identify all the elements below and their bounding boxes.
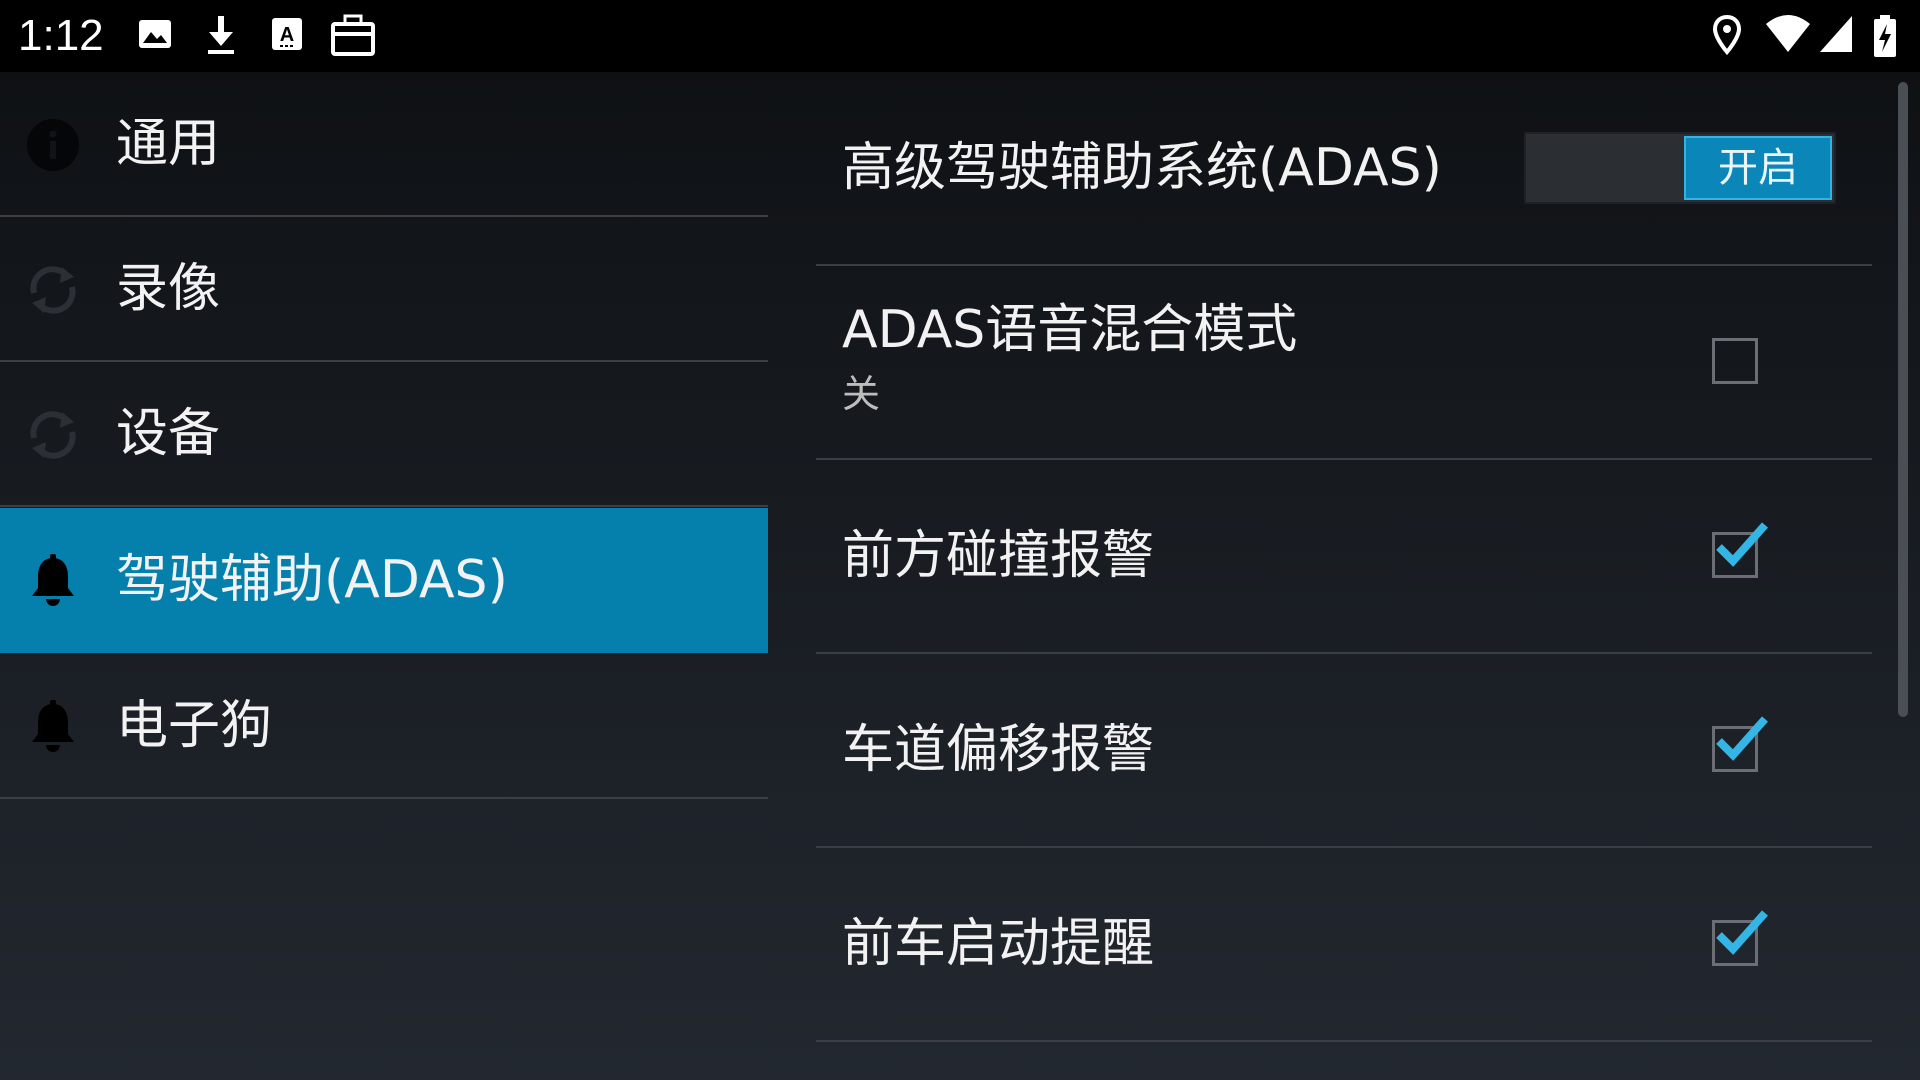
toolbox-icon (331, 14, 375, 56)
pref-summary: 关 (842, 372, 881, 416)
pref-title: 高级驾驶辅助系统(ADAS) (842, 138, 1442, 198)
sidebar-item-recording[interactable]: 录像 (0, 217, 768, 362)
info-icon (27, 119, 79, 171)
pref-front-vehicle-start[interactable]: 前车启动提醒 (816, 848, 1872, 1042)
a-badge-icon: A (272, 18, 302, 50)
sidebar-item-general[interactable]: 通用 (0, 72, 768, 217)
front-vehicle-start-checkbox[interactable] (1712, 910, 1768, 966)
battery-charging-icon (1874, 15, 1896, 57)
lane-departure-checkbox[interactable] (1712, 716, 1768, 772)
checkmark-icon (1716, 716, 1768, 761)
settings-category-list: 通用 录像 设备 驾驶辅助(ADAS) 电子狗 (0, 72, 768, 1080)
sidebar-item-label: 录像 (116, 259, 221, 319)
bell-icon (32, 700, 74, 752)
sidebar-item-label: 驾驶辅助(ADAS) (116, 550, 508, 610)
sidebar-item-device[interactable]: 设备 (0, 362, 768, 507)
status-bar: 1:12 A (0, 0, 1920, 72)
forward-collision-checkbox[interactable] (1712, 522, 1768, 578)
sync-icon (30, 411, 76, 459)
adas-switch[interactable]: 开启 (1524, 132, 1836, 204)
switch-thumb: 开启 (1684, 136, 1832, 200)
pref-title: 车道偏移报警 (842, 720, 1155, 780)
sidebar-item-speed-camera[interactable]: 电子狗 (0, 654, 768, 799)
checkmark-icon (1716, 522, 1768, 567)
screen: 1:12 A 通用 录像 设备 驾驶辅助(ADAS) 电子狗 高级驾驶辅助系统(… (0, 0, 1920, 1080)
checkmark-icon (1716, 910, 1768, 955)
svg-text:A: A (280, 24, 294, 46)
sidebar-item-adas[interactable]: 驾驶辅助(ADAS) (0, 508, 768, 653)
status-time: 1:12 (18, 11, 104, 60)
sidebar-item-label: 电子狗 (116, 696, 273, 756)
sidebar-item-label: 通用 (116, 114, 221, 174)
wifi-icon (1766, 15, 1810, 52)
pref-lane-departure[interactable]: 车道偏移报警 (816, 654, 1872, 848)
sync-icon (30, 266, 76, 314)
pref-forward-collision[interactable]: 前方碰撞报警 (816, 460, 1872, 654)
pref-adas-voice-mix[interactable]: ADAS语音混合模式 关 (816, 266, 1872, 460)
pref-title: 前方碰撞报警 (842, 526, 1155, 586)
image-icon (139, 20, 171, 48)
download-icon (208, 16, 234, 54)
pref-adas-system[interactable]: 高级驾驶辅助系统(ADAS) 开启 (816, 72, 1872, 266)
sidebar-item-label: 设备 (116, 404, 221, 464)
location-icon (1712, 14, 1742, 56)
signal-icon (1820, 16, 1852, 52)
adas-preferences: 高级驾驶辅助系统(ADAS) 开启 ADAS语音混合模式 关 前方碰撞报警 车道… (816, 72, 1872, 1080)
bell-icon (32, 554, 74, 606)
voice-mix-checkbox[interactable] (1712, 338, 1758, 384)
pref-title: ADAS语音混合模式 (842, 300, 1298, 360)
scrollbar[interactable] (1898, 82, 1908, 717)
pref-title: 前车启动提醒 (842, 914, 1155, 974)
